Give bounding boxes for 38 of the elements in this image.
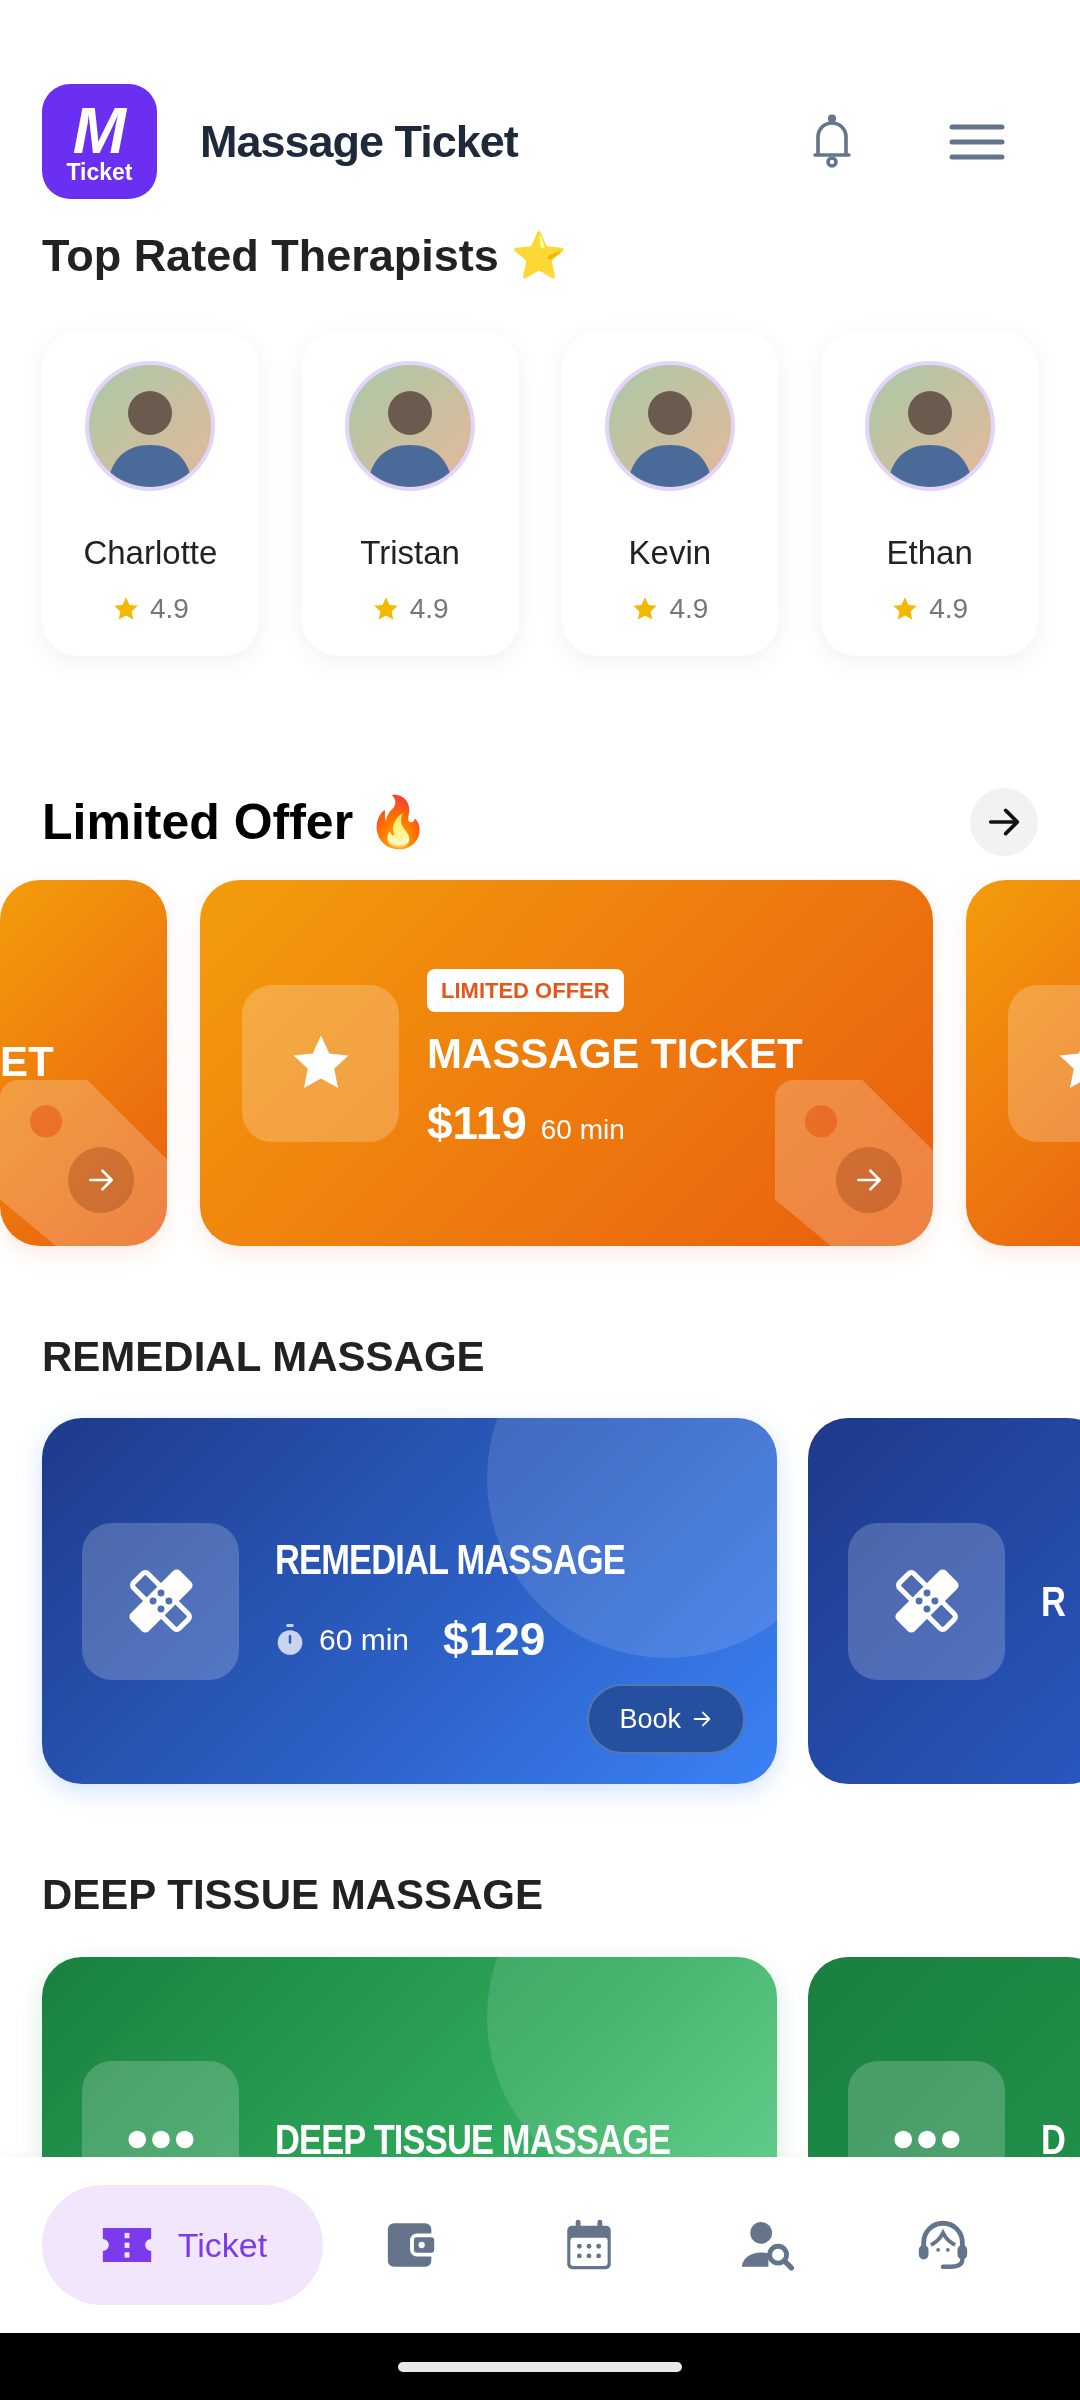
service-card[interactable]: R — [808, 1418, 1080, 1785]
therapist-name: Charlotte — [83, 533, 218, 573]
therapist-card[interactable]: Charlotte 4.9 — [42, 331, 259, 656]
offer-title: ET — [0, 1037, 54, 1087]
section-title: REMEDIAL MASSAGE — [41, 1332, 486, 1382]
book-button[interactable]: Book — [587, 1684, 745, 1755]
app-title: Massage Ticket — [200, 114, 518, 169]
rating-value: 4.9 — [669, 591, 709, 626]
therapist-card[interactable]: Ethan 4.9 — [821, 331, 1038, 656]
service-duration: 60 min — [319, 1622, 410, 1659]
nav-tab[interactable]: Ticket — [42, 2185, 323, 2305]
offer-badge: LIMITED OFFER — [427, 968, 624, 1012]
therapist-card[interactable]: Kevin 4.9 — [561, 331, 779, 656]
service-price: $129 — [443, 1612, 546, 1668]
service-card[interactable]: REMEDIAL MASSAGE 60 min $129 Book — [42, 1418, 777, 1785]
service-title: R — [1041, 1576, 1066, 1627]
offer-card[interactable]: LIMITED OFFER MASSAGE TICKET $119 60 min — [200, 880, 933, 1246]
rating-value: 4.9 — [149, 591, 189, 626]
service-title: DEEP TISSUE MASSAGE — [275, 2115, 671, 2157]
therapist-name: Ethan — [886, 533, 973, 573]
timer-icon — [275, 1623, 305, 1656]
section-title: Top Rated Therapists ⭐ — [41, 229, 569, 283]
rating-value: 4.9 — [929, 591, 969, 626]
section-title: DEEP TISSUE MASSAGE — [41, 1870, 544, 1921]
rating-value: 4.9 — [409, 591, 449, 626]
service-title: D — [1041, 2115, 1066, 2157]
menu-icon[interactable] — [949, 122, 1005, 161]
offer-title: MASSAGE TICKET — [427, 1028, 803, 1079]
therapist-card[interactable]: Tristan 4.9 — [301, 331, 519, 656]
offer-price: $119 — [427, 1095, 527, 1151]
therapist-name: Tristan — [360, 533, 460, 573]
service-title: REMEDIAL MASSAGE — [275, 1535, 625, 1586]
app-logo: M Ticket — [42, 84, 157, 199]
service-card[interactable]: D — [808, 1956, 1080, 2157]
home-indicator[interactable] — [398, 2361, 682, 2372]
therapist-name: Kevin — [628, 533, 712, 573]
section-title: Limited Offer 🔥 — [42, 793, 430, 852]
offer-duration: 60 min — [540, 1112, 625, 1147]
